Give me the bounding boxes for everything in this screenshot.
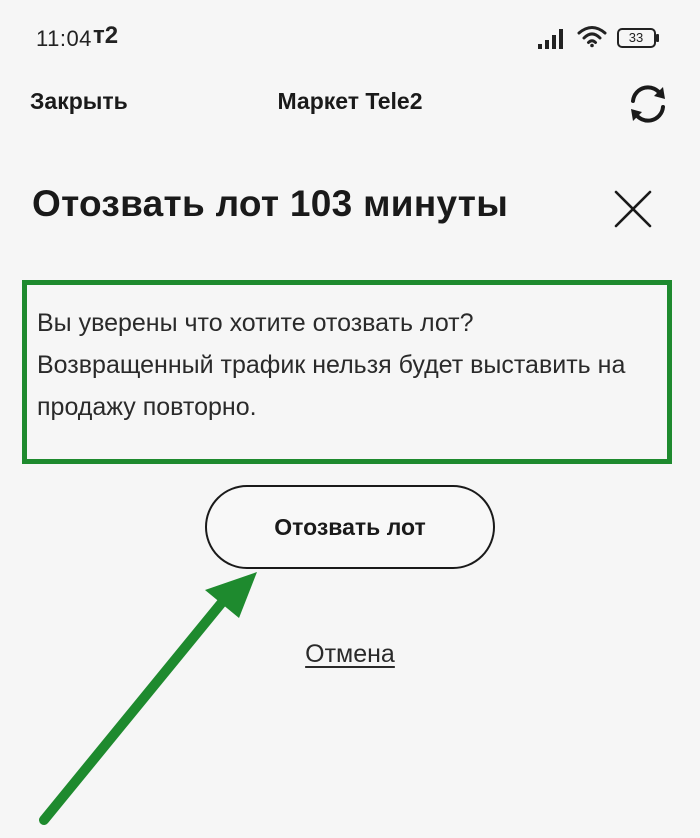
carrier-logo: т2 xyxy=(93,22,119,49)
screen: 11:04 т2 33 Маркет Tele2 Закрыть Отозват… xyxy=(0,0,700,838)
status-time: 11:04 xyxy=(36,26,92,51)
cancel-link[interactable]: Отмена xyxy=(305,640,395,668)
cancel-link-row: Отмена xyxy=(0,640,700,669)
status-bar: 11:04 т2 33 xyxy=(0,0,700,70)
wifi-icon xyxy=(577,26,607,48)
highlight-box: Вы уверены что хотите отозвать лот? Возв… xyxy=(22,280,672,464)
message-line: Вы уверены что хотите отозвать лот? xyxy=(37,309,474,337)
battery-level: 33 xyxy=(628,30,644,45)
withdraw-lot-button[interactable]: Отозвать лот xyxy=(205,485,495,569)
close-icon[interactable] xyxy=(612,188,654,230)
message-line: Возвращенный трафик нельзя будет выстави… xyxy=(37,351,626,379)
message-line: продажу повторно. xyxy=(37,393,257,421)
close-button[interactable]: Закрыть xyxy=(30,88,128,115)
signal-icon xyxy=(538,29,563,49)
dialog-title: Отозвать лот 103 минуты xyxy=(32,183,509,224)
refresh-icon[interactable] xyxy=(624,80,672,128)
